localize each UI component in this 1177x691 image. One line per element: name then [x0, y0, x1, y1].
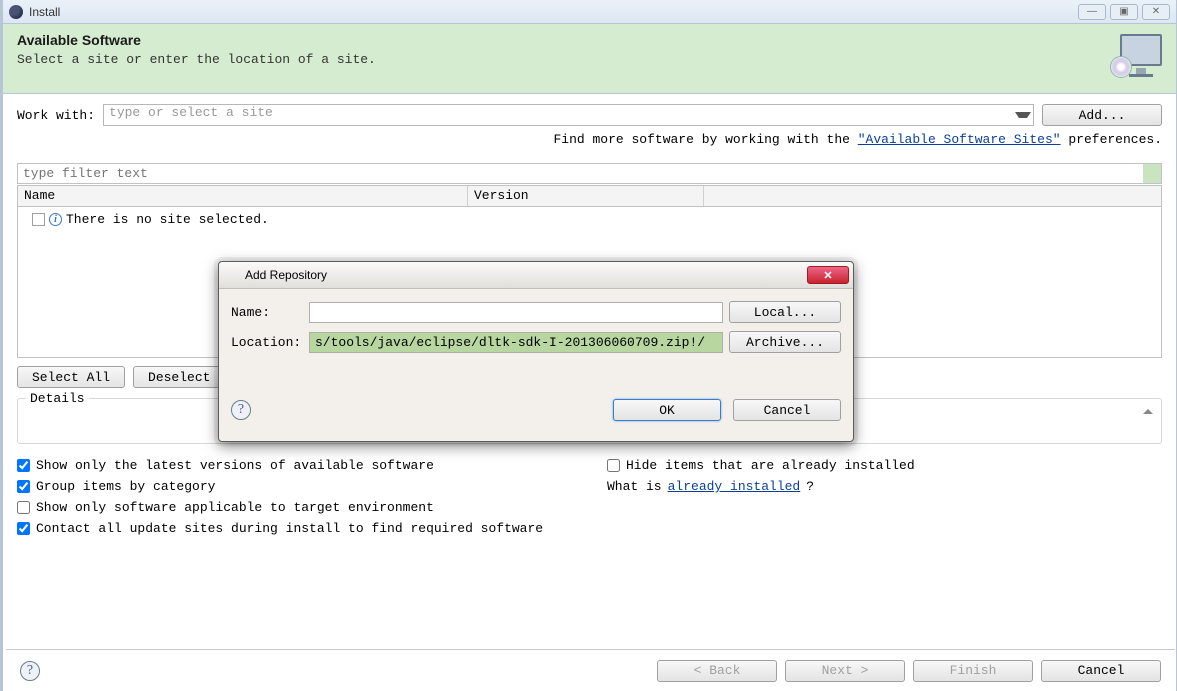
- opt-contact-all: Contact all update sites during install …: [17, 521, 597, 536]
- next-button[interactable]: Next >: [785, 660, 905, 682]
- modal-cancel-button[interactable]: Cancel: [733, 399, 841, 421]
- available-sites-link[interactable]: "Available Software Sites": [858, 132, 1061, 147]
- opt-show-latest-cb[interactable]: [17, 459, 30, 472]
- table-header: Name Version: [17, 185, 1162, 207]
- col-version[interactable]: Version: [468, 186, 704, 206]
- select-all-button[interactable]: Select All: [17, 366, 125, 388]
- dropdown-arrow-icon[interactable]: [1015, 112, 1031, 128]
- close-button[interactable]: ✕: [1142, 4, 1170, 20]
- opt-applicable-target-label: Show only software applicable to target …: [36, 500, 434, 515]
- hint-row: Find more software by working with the "…: [17, 132, 1162, 147]
- modal-body: Name: Local... Location: Archive...: [219, 289, 853, 369]
- window-buttons: — ▣ ✕: [1078, 4, 1170, 20]
- details-collapse-icon[interactable]: [1143, 409, 1153, 414]
- modal-name-row: Name: Local...: [231, 301, 841, 323]
- finish-button[interactable]: Finish: [913, 660, 1033, 682]
- details-legend: Details: [26, 391, 89, 406]
- opt-show-latest: Show only the latest versions of availab…: [17, 458, 597, 473]
- eclipse-icon: [225, 268, 239, 282]
- repo-location-input[interactable]: [309, 332, 723, 353]
- install-icon: [1110, 34, 1162, 80]
- modal-footer: ? OK Cancel: [219, 399, 853, 421]
- footer: ? < Back Next > Finish Cancel: [6, 649, 1175, 691]
- hint-prefix: Find more software by working with the: [553, 132, 857, 147]
- modal-name-label: Name:: [231, 305, 303, 320]
- tree-empty-text: There is no site selected.: [66, 212, 269, 227]
- filter-input[interactable]: [17, 163, 1162, 184]
- hint-suffix: preferences.: [1061, 132, 1162, 147]
- back-button[interactable]: < Back: [657, 660, 777, 682]
- info-icon: i: [49, 213, 62, 226]
- opt-contact-all-label: Contact all update sites during install …: [36, 521, 543, 536]
- titlebar: Install — ▣ ✕: [3, 0, 1176, 24]
- ok-button[interactable]: OK: [613, 399, 721, 421]
- window-title: Install: [29, 5, 60, 19]
- header-band: Available Software Select a site or ente…: [3, 24, 1176, 94]
- help-icon[interactable]: ?: [20, 661, 40, 681]
- tree-row: i There is no site selected.: [32, 212, 1147, 227]
- opt-hide-installed-label: Hide items that are already installed: [626, 458, 915, 473]
- workwith-placeholder: type or select a site: [109, 105, 273, 120]
- workwith-combo[interactable]: type or select a site: [103, 104, 1034, 126]
- col-blank: [704, 186, 1161, 206]
- opt-hide-installed: Hide items that are already installed: [607, 458, 1162, 473]
- workwith-row: Work with: type or select a site Add...: [17, 104, 1162, 126]
- whatis-prefix: What is: [607, 479, 662, 494]
- header-title: Available Software: [17, 32, 376, 48]
- add-repo-dialog: Add Repository ✕ Name: Local... Location…: [218, 261, 854, 442]
- filter-wrap: [17, 163, 1162, 185]
- col-name[interactable]: Name: [18, 186, 468, 206]
- tree-checkbox[interactable]: [32, 213, 45, 226]
- modal-titlebar: Add Repository ✕: [219, 262, 853, 289]
- whatis-suffix: ?: [806, 479, 814, 494]
- workwith-label: Work with:: [17, 108, 95, 123]
- add-site-button[interactable]: Add...: [1042, 104, 1162, 126]
- opt-applicable-target: Show only software applicable to target …: [17, 500, 597, 515]
- opt-hide-installed-cb[interactable]: [607, 459, 620, 472]
- modal-help-icon[interactable]: ?: [231, 400, 251, 420]
- modal-location-label: Location:: [231, 335, 303, 350]
- archive-button[interactable]: Archive...: [729, 331, 841, 353]
- eclipse-icon: [9, 5, 23, 19]
- opt-whatis: What is already installed?: [607, 479, 1162, 494]
- local-button[interactable]: Local...: [729, 301, 841, 323]
- modal-title: Add Repository: [245, 268, 327, 282]
- opt-group-category-cb[interactable]: [17, 480, 30, 493]
- maximize-button[interactable]: ▣: [1110, 4, 1138, 20]
- options-grid: Show only the latest versions of availab…: [17, 458, 1162, 536]
- opt-group-category-label: Group items by category: [36, 479, 215, 494]
- already-installed-link[interactable]: already installed: [668, 479, 801, 494]
- opt-contact-all-cb[interactable]: [17, 522, 30, 535]
- minimize-button[interactable]: —: [1078, 4, 1106, 20]
- opt-show-latest-label: Show only the latest versions of availab…: [36, 458, 434, 473]
- cancel-button[interactable]: Cancel: [1041, 660, 1161, 682]
- modal-close-button[interactable]: ✕: [807, 266, 849, 284]
- opt-applicable-target-cb[interactable]: [17, 501, 30, 514]
- opt-group-category: Group items by category: [17, 479, 597, 494]
- repo-name-input[interactable]: [309, 302, 723, 323]
- filter-accent: [1143, 164, 1161, 183]
- header-subtitle: Select a site or enter the location of a…: [17, 52, 376, 67]
- modal-location-row: Location: Archive...: [231, 331, 841, 353]
